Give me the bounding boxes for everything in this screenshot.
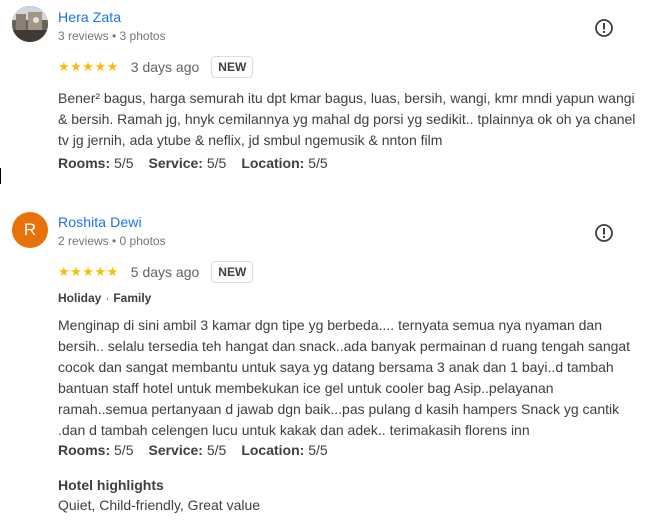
rating-location: Location: 5/5 (241, 155, 328, 171)
sub-ratings: Rooms: 5/5 Service: 5/5 Location: 5/5 (58, 155, 343, 171)
hotel-highlights-values: Quiet, Child-friendly, Great value (58, 497, 261, 513)
review-text: Menginap di sini ambil 3 kamar dgn tipe … (58, 317, 631, 438)
star-rating: ★★★★★ (58, 264, 119, 279)
reviewer-meta: 3 reviews • 3 photos (58, 29, 166, 43)
rating-row: ★★★★★ 5 days ago NEW (58, 261, 254, 283)
reviewer-meta: 2 reviews • 0 photos (58, 234, 166, 248)
review-date: 5 days ago (130, 264, 200, 280)
new-badge: NEW (211, 56, 254, 78)
trip-tag-family: Family (113, 291, 152, 305)
hotel-highlights-title: Hotel highlights (58, 477, 164, 493)
review-date: 3 days ago (130, 59, 200, 75)
new-badge: NEW (211, 261, 254, 283)
star-rating: ★★★★★ (58, 59, 119, 74)
review-text: Bener² bagus, harga semurah itu dpt kmar… (58, 90, 636, 148)
rating-row: ★★★★★ 3 days ago NEW (58, 56, 254, 78)
avatar-photo-image (12, 6, 48, 42)
rating-rooms: Rooms: 5/5 (58, 442, 134, 458)
reviewer-name[interactable]: Roshita Dewi (58, 214, 142, 230)
report-icon[interactable] (594, 18, 614, 38)
reviewer-name[interactable]: Hera Zata (58, 9, 121, 25)
trip-type: Holiday · Family (58, 291, 151, 305)
sub-ratings: Rooms: 5/5 Service: 5/5 Location: 5/5 (58, 442, 343, 458)
report-icon[interactable] (594, 223, 614, 243)
text-cursor (0, 168, 1, 184)
avatar[interactable] (12, 6, 48, 42)
rating-location: Location: 5/5 (241, 442, 328, 458)
trip-tag-holiday: Holiday (58, 291, 102, 305)
trip-separator: · (105, 291, 110, 305)
rating-service: Service: 5/5 (148, 155, 227, 171)
rating-service: Service: 5/5 (148, 442, 227, 458)
avatar[interactable]: R (12, 212, 48, 248)
rating-rooms: Rooms: 5/5 (58, 155, 134, 171)
